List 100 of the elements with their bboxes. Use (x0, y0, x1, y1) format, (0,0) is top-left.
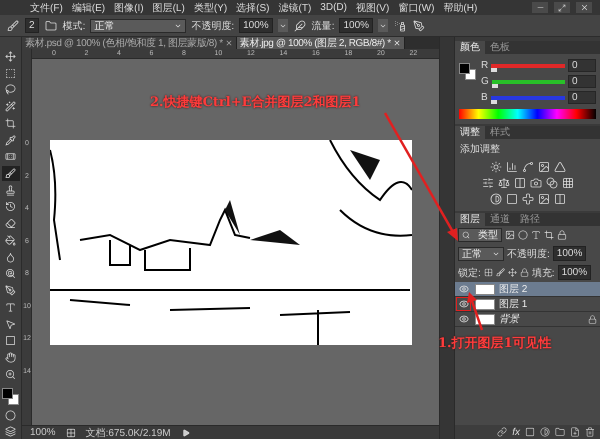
maximize-button[interactable] (554, 2, 570, 13)
document-tab[interactable]: 素材.jpg @ 100% (图层 2, RGB/8#) * (236, 37, 405, 49)
visibility-button[interactable] (458, 284, 469, 294)
menu-item[interactable]: 类型(Y) (192, 0, 230, 14)
menu-item[interactable]: 选择(S) (234, 0, 272, 14)
brush-icon (5, 168, 16, 179)
opacity-field[interactable]: 100% (552, 246, 586, 261)
menu-item[interactable]: 3D(D) (318, 2, 349, 13)
history-icon (5, 201, 16, 212)
columns-icon (554, 193, 566, 205)
fx-button[interactable]: fx (512, 426, 520, 438)
channel-value[interactable]: 0 (568, 91, 596, 104)
opacity-label: 不透明度: (191, 20, 234, 32)
panel-tab[interactable]: 颜色 (455, 41, 485, 54)
droplet-icon (5, 252, 16, 263)
channel-value[interactable]: 0 (568, 59, 596, 72)
lollipop-icon (5, 268, 16, 280)
opacity-dropdown-button[interactable] (278, 19, 288, 32)
move-icon (508, 268, 517, 277)
channel-label: B (481, 92, 488, 103)
picture-icon (505, 230, 515, 240)
panel-tab[interactable]: 图层 (455, 213, 485, 226)
visibility-button[interactable] (458, 314, 469, 324)
menu-item[interactable]: 视图(V) (354, 0, 392, 14)
slider-thumb[interactable] (491, 68, 498, 72)
channel-label: G (481, 76, 489, 87)
menu-item[interactable]: 窗口(W) (396, 0, 436, 14)
bar-chart-icon (506, 161, 518, 173)
hand-icon (5, 352, 16, 364)
lock-label: 锁定: (458, 266, 481, 280)
circle-icon (518, 230, 528, 240)
blend-icon (546, 177, 558, 189)
flow-dropdown-button[interactable] (378, 19, 388, 32)
rectangle-icon (5, 335, 16, 346)
move-icon (5, 50, 16, 62)
fill-field[interactable]: 100% (558, 265, 592, 280)
layer-row[interactable]: 图层 1 (455, 297, 600, 312)
menu-item[interactable]: 帮助(H) (441, 0, 480, 14)
pointer-icon (5, 318, 16, 330)
layer-row[interactable]: 背景 (455, 312, 600, 327)
blend-mode-dropdown[interactable]: 正常 (458, 246, 504, 260)
contrast-icon (490, 193, 502, 205)
new-layer-icon (570, 427, 580, 437)
color-swatches[interactable] (459, 63, 477, 81)
close-icon (580, 3, 588, 12)
lock-icon (520, 268, 529, 277)
picture-icon (538, 193, 550, 205)
panel-tab[interactable]: 样式 (485, 126, 515, 139)
panel-tab[interactable]: 色板 (485, 41, 515, 54)
checker-icon (484, 268, 493, 277)
color-spectrum[interactable] (459, 109, 596, 119)
brush-icon (496, 268, 505, 277)
eye-icon (458, 314, 468, 324)
mode-dropdown[interactable]: 正常 (90, 18, 186, 32)
columns-icon (514, 177, 526, 189)
opacity-field[interactable]: 100% (239, 18, 273, 33)
pressure-button[interactable] (292, 18, 307, 32)
menu-item[interactable]: 编辑(E) (70, 0, 108, 14)
mode-label: 模式: (62, 20, 86, 32)
zoom-level[interactable]: 100% (30, 427, 56, 438)
panel-tab[interactable]: 路径 (515, 213, 545, 226)
stamp-icon (5, 184, 16, 196)
close-icon[interactable] (224, 39, 233, 47)
bandage-icon (5, 151, 16, 162)
filter-dropdown[interactable]: 类型 (458, 228, 502, 242)
eyedropper-icon (5, 134, 16, 146)
channel-label: R (481, 60, 488, 71)
brush-icon (7, 20, 19, 32)
status-menu-button[interactable] (180, 428, 191, 438)
grid-icon (562, 177, 574, 189)
color-swatches[interactable] (2, 388, 20, 406)
layer-row[interactable]: 图层 2 (455, 282, 600, 297)
zoom-icon (5, 368, 16, 380)
paint-bucket-icon (5, 234, 16, 246)
tablet-pressure-button[interactable] (412, 18, 426, 32)
document-tab[interactable]: 素材.psd @ 100% (色相/饱和度 1, 图层蒙版/8) * (22, 37, 237, 49)
slider-thumb[interactable] (490, 100, 497, 104)
square-icon (506, 193, 518, 205)
layer-name: 图层 2 (499, 283, 528, 296)
panel-tab[interactable]: 调整 (455, 126, 485, 139)
play-icon (182, 428, 190, 436)
brush-preset-button[interactable] (6, 18, 20, 32)
camera-icon (530, 177, 542, 189)
slider-thumb[interactable] (492, 84, 498, 88)
brush-size-field[interactable]: 2 (25, 18, 39, 33)
menu-item[interactable]: 滤镜(T) (276, 0, 314, 14)
menu-item[interactable]: 文件(F) (28, 0, 65, 14)
menu-item[interactable]: 图像(I) (112, 0, 146, 14)
menu-item[interactable]: 图层(L) (150, 0, 187, 14)
flow-field[interactable]: 100% (339, 18, 374, 33)
contrast-icon (540, 427, 550, 437)
curve-icon (522, 161, 534, 173)
brush-panel-button[interactable] (44, 18, 58, 32)
panel-tab[interactable]: 通道 (485, 213, 515, 226)
search-icon (462, 231, 470, 239)
channel-value[interactable]: 0 (568, 75, 596, 88)
minimize-button[interactable] (532, 2, 548, 13)
close-button[interactable] (576, 2, 592, 13)
tool-button[interactable] (2, 166, 20, 181)
circle-icon (5, 410, 16, 421)
